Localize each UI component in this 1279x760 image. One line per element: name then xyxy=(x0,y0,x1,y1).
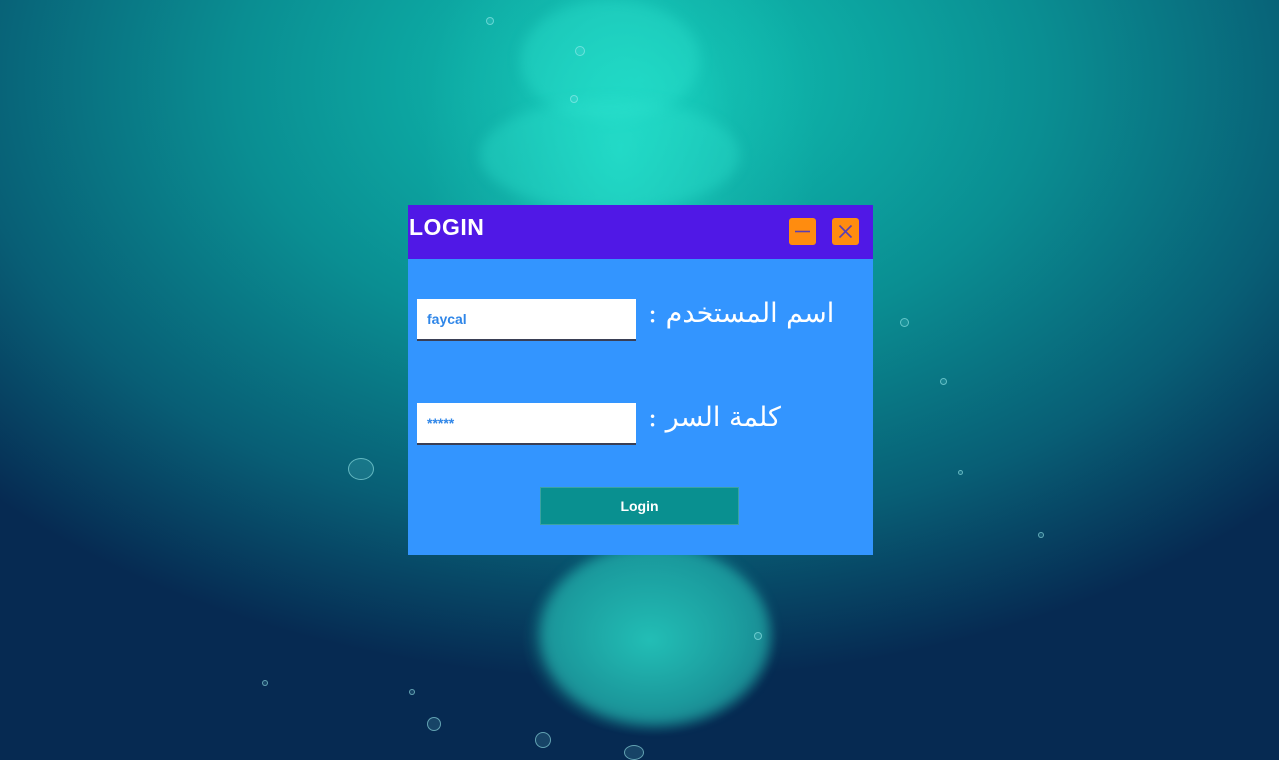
bubble-decoration xyxy=(427,717,441,731)
bubble-decoration xyxy=(262,680,268,686)
login-button[interactable]: Login xyxy=(540,487,739,525)
password-field[interactable] xyxy=(417,403,636,445)
bubble-decoration xyxy=(1038,532,1044,538)
password-input[interactable] xyxy=(417,403,636,443)
title-bar[interactable]: LOGIN xyxy=(408,205,873,259)
bubble-decoration xyxy=(624,745,644,760)
smoke-decoration xyxy=(540,545,770,725)
password-label: كلمة السر : xyxy=(648,402,781,433)
login-dialog: LOGIN اسم المستخدم : كلمة السر : Login xyxy=(408,205,873,555)
bubble-decoration xyxy=(958,470,963,475)
username-input[interactable] xyxy=(417,299,636,339)
smoke-decoration xyxy=(480,100,740,210)
bubble-decoration xyxy=(575,46,585,56)
minimize-button[interactable] xyxy=(789,218,816,245)
bubble-decoration xyxy=(409,689,415,695)
bubble-decoration xyxy=(348,458,374,480)
username-label: اسم المستخدم : xyxy=(648,298,835,329)
bubble-decoration xyxy=(570,95,578,103)
bubble-decoration xyxy=(535,732,551,748)
username-field[interactable] xyxy=(417,299,636,341)
bubble-decoration xyxy=(486,17,494,25)
window-title: LOGIN xyxy=(409,214,485,240)
minimize-icon xyxy=(795,230,810,233)
bubble-decoration xyxy=(754,632,762,640)
bubble-decoration xyxy=(900,318,909,327)
close-icon xyxy=(838,224,853,239)
close-button[interactable] xyxy=(832,218,859,245)
bubble-decoration xyxy=(940,378,947,385)
